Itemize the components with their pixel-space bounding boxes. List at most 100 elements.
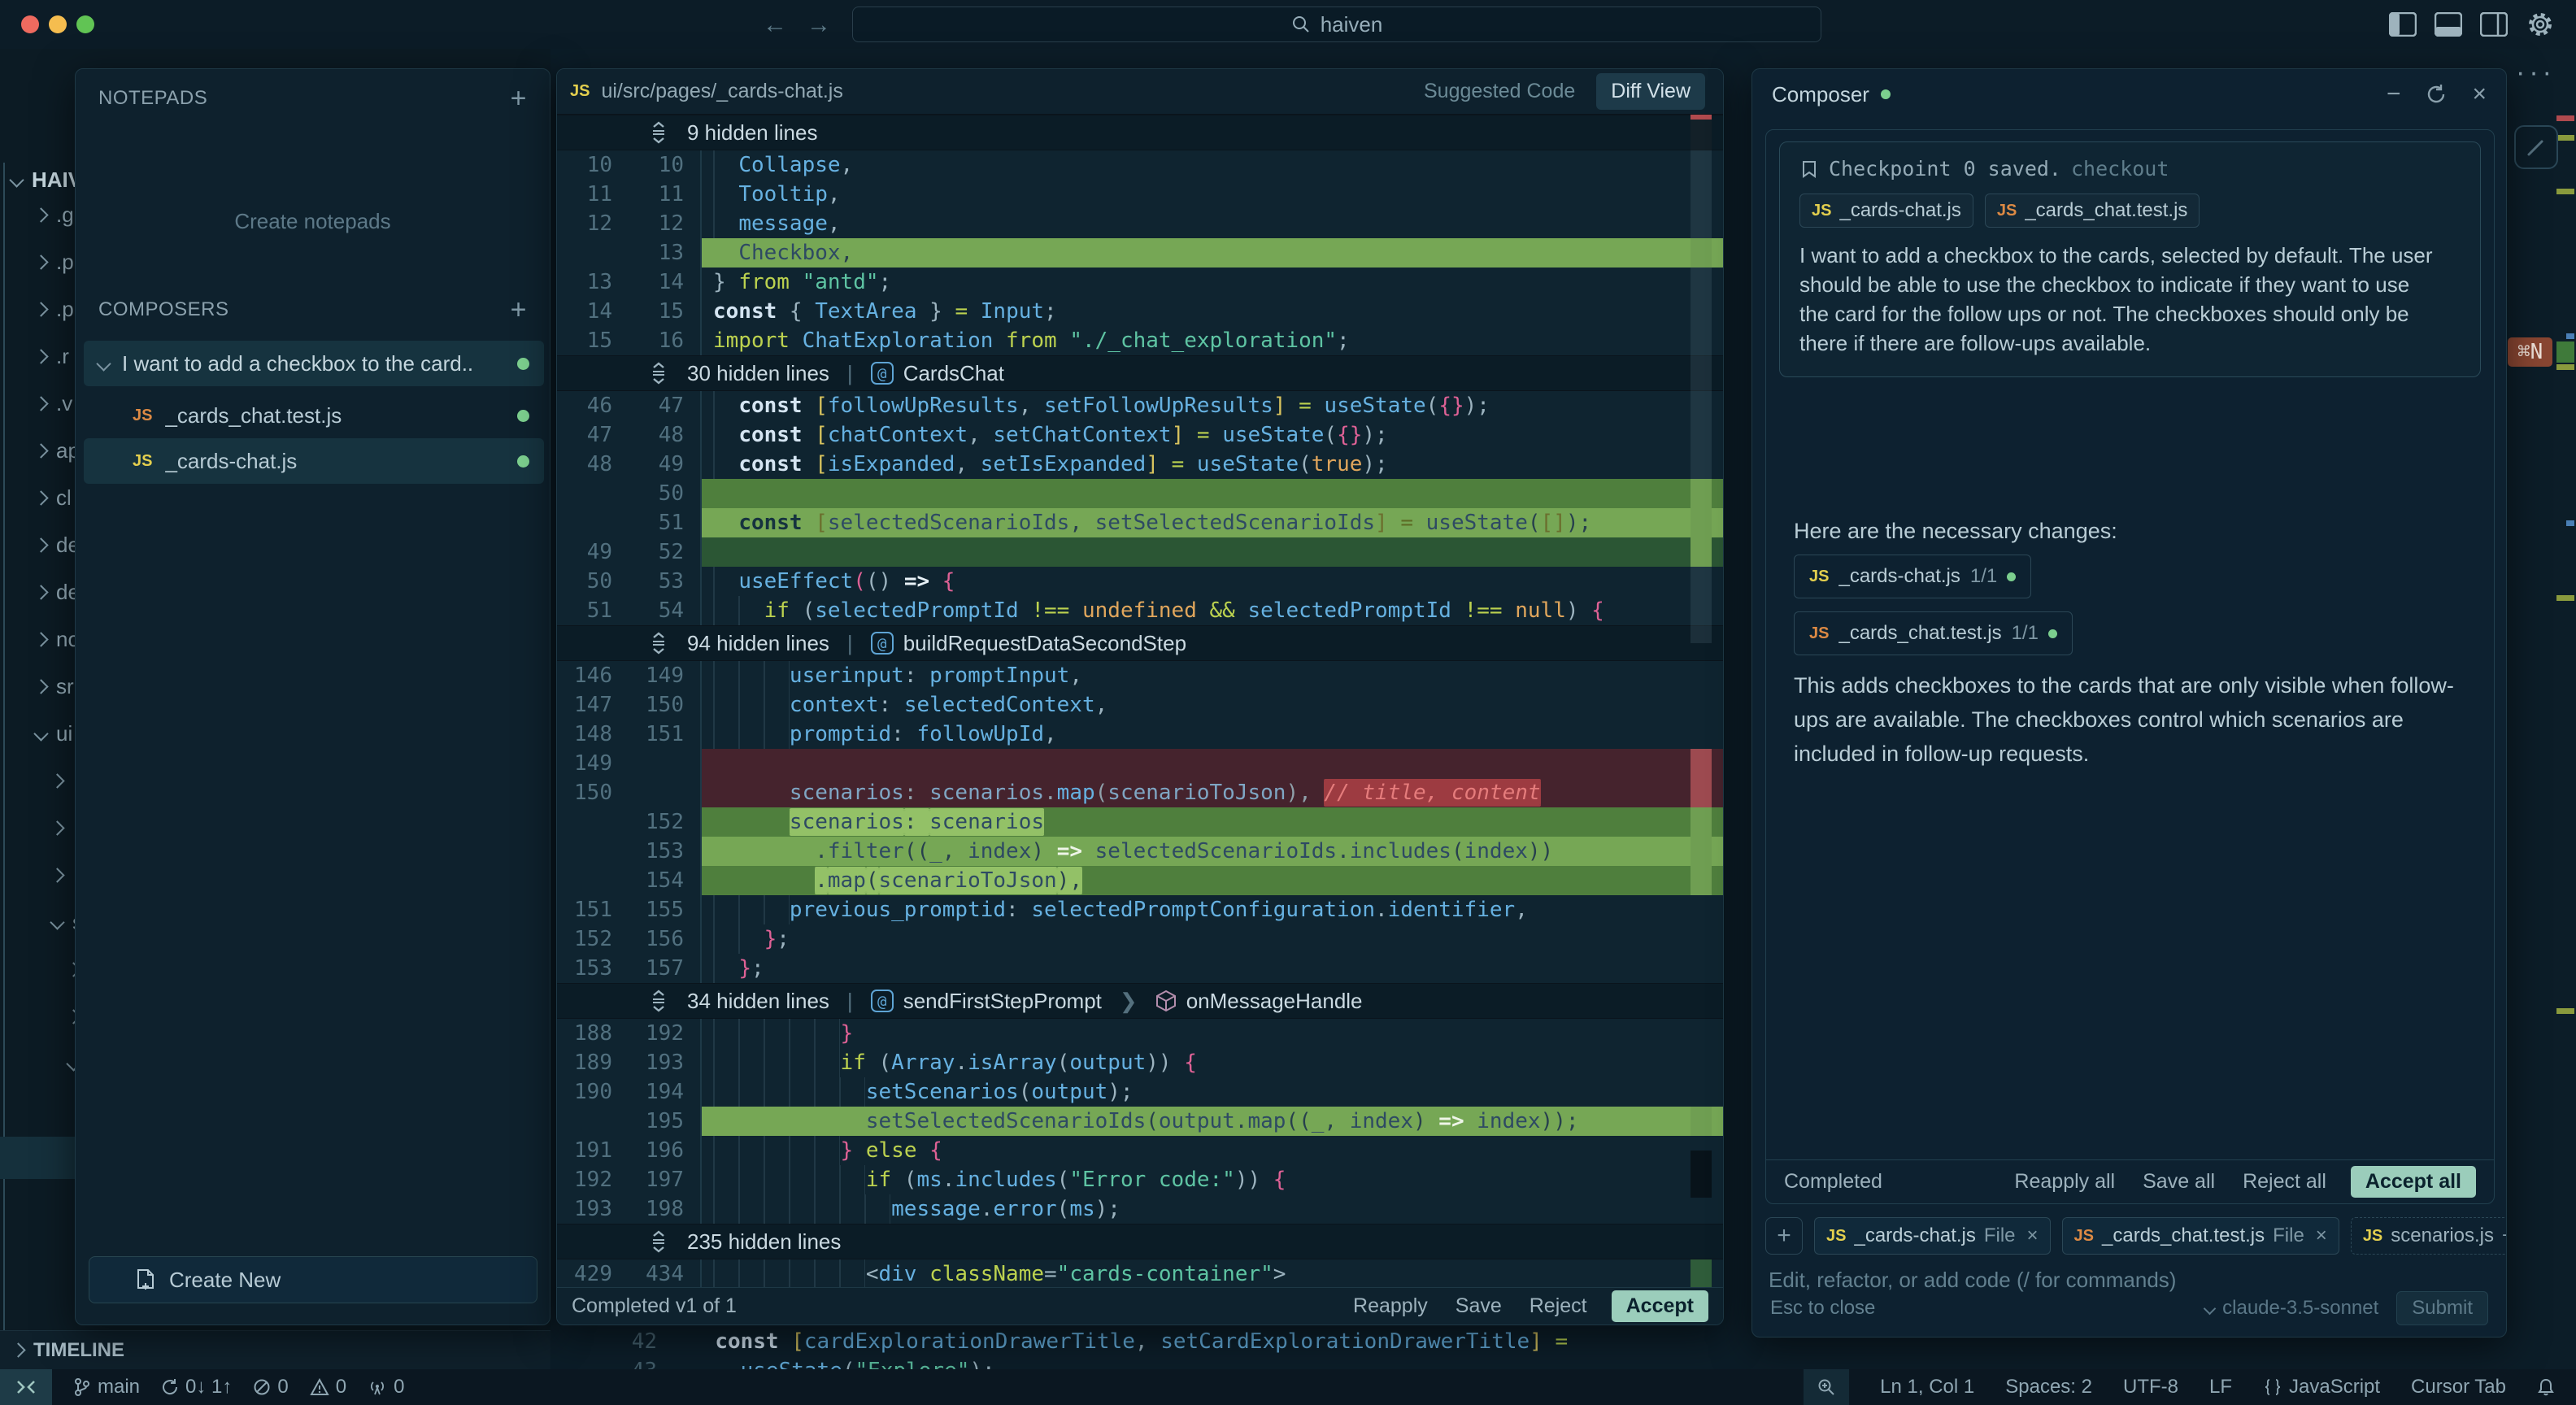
change-file-chip[interactable]: JS _cards-chat.js 1/1 xyxy=(1794,555,2031,598)
code-token xyxy=(891,569,904,594)
attached-file-pill[interactable]: JS_cards-chat.js xyxy=(1799,194,1973,228)
save-button[interactable]: Save xyxy=(1456,1294,1502,1318)
diff-file-path[interactable]: ui/src/pages/_cards-chat.js xyxy=(601,80,842,103)
code-token: index xyxy=(1350,1109,1413,1133)
minimap[interactable] xyxy=(2552,49,2576,1369)
unsaved-dot xyxy=(517,358,529,370)
symbol-icon: @ xyxy=(871,990,894,1012)
toggle-bottom-panel-icon[interactable] xyxy=(2435,12,2462,37)
reject-all-button[interactable]: Reject all xyxy=(2243,1170,2326,1194)
restart-icon[interactable] xyxy=(2425,83,2448,106)
reapply-all-button[interactable]: Reapply all xyxy=(2014,1170,2115,1194)
code-token: => xyxy=(1057,839,1082,863)
model-selector[interactable]: claude-3.5-sonnet xyxy=(2205,1297,2378,1320)
js-file-icon: JS xyxy=(1826,1227,1846,1246)
new-line-number: 51 xyxy=(629,508,700,537)
symbol-breadcrumb: @CardsChat xyxy=(871,361,1004,386)
add-composer-button[interactable]: + xyxy=(511,296,527,324)
settings-gear-icon[interactable] xyxy=(2526,10,2555,39)
code-token: selectedScenarioIds xyxy=(1095,839,1337,863)
reject-button[interactable]: Reject xyxy=(1530,1294,1587,1318)
status-utf-8[interactable]: UTF-8 xyxy=(2123,1376,2178,1398)
search-input[interactable]: haiven xyxy=(852,7,1821,42)
composer-file-item[interactable]: JS _cards_chat.test.js xyxy=(84,393,544,438)
accept-all-button[interactable]: Accept all xyxy=(2351,1166,2476,1198)
code-token: promptid xyxy=(790,722,891,746)
toggle-left-sidebar-icon[interactable] xyxy=(2389,12,2417,37)
status-error[interactable]: 0 xyxy=(253,1376,288,1398)
toggle-right-sidebar-icon[interactable] xyxy=(2480,12,2508,37)
status-cursor-tab[interactable]: Cursor Tab xyxy=(2411,1376,2506,1398)
composer-input[interactable]: Edit, refactor, or add code (/ for comma… xyxy=(1769,1268,2176,1293)
hidden-lines-header[interactable]: 9 hidden lines xyxy=(557,115,1723,150)
save-all-button[interactable]: Save all xyxy=(2143,1170,2215,1194)
minimize-traffic-light[interactable] xyxy=(49,15,67,33)
add-context-button[interactable]: + xyxy=(1765,1217,1803,1255)
maximize-traffic-light[interactable] xyxy=(76,15,94,33)
status-spaces-2[interactable]: Spaces: 2 xyxy=(2005,1376,2092,1398)
code-token: , xyxy=(1069,511,1094,535)
hidden-lines-header[interactable]: 34 hidden lines|@sendFirstStepPrompt❯onM… xyxy=(557,983,1723,1019)
context-file-chip[interactable]: JS_cards_chat.test.jsFile× xyxy=(2062,1217,2339,1255)
symbol-name: buildRequestDataSecondStep xyxy=(903,631,1186,656)
close-icon[interactable]: × xyxy=(2472,80,2487,108)
code-token: , xyxy=(828,211,841,236)
composer-list-item[interactable]: I want to add a checkbox to the card... xyxy=(84,341,544,386)
code-line: userinput: promptInput, xyxy=(702,661,1723,690)
chevron-right-icon xyxy=(50,820,64,835)
status-broadcast[interactable]: 0 xyxy=(368,1376,404,1398)
submit-button[interactable]: Submit xyxy=(2396,1291,2488,1325)
forward-arrow-icon[interactable]: → xyxy=(807,11,831,39)
reapply-button[interactable]: Reapply xyxy=(1353,1294,1428,1318)
code-line: }; xyxy=(702,924,1723,954)
editor-actions-more-icon[interactable]: ··· xyxy=(2516,57,2556,89)
code-token: , xyxy=(1095,693,1108,717)
hidden-lines-header[interactable]: 94 hidden lines|@buildRequestDataSecondS… xyxy=(557,625,1723,661)
remote-indicator[interactable] xyxy=(0,1369,52,1405)
close-traffic-light[interactable] xyxy=(21,15,39,33)
context-file-chip[interactable]: JS_cards-chat.jsFile× xyxy=(1814,1217,2051,1255)
accept-button[interactable]: Accept xyxy=(1612,1290,1708,1322)
old-line-number xyxy=(557,807,629,837)
code-token: && xyxy=(1197,598,1248,623)
status-label: Ln 1, Col 1 xyxy=(1880,1376,1974,1398)
code-token: } xyxy=(841,1138,854,1163)
code-token: "Error code:" xyxy=(1069,1168,1235,1192)
status-javascript[interactable]: JavaScript xyxy=(2263,1376,2380,1398)
editor-overlay-button[interactable] xyxy=(2514,125,2558,169)
diff-view-toggle[interactable]: Diff View xyxy=(1596,73,1705,110)
status-sync[interactable]: 0↓ 1↑ xyxy=(161,1376,232,1398)
new-line-number: 48 xyxy=(629,420,700,450)
suggested-code-toggle[interactable]: Suggested Code xyxy=(1424,80,1575,103)
status-zoom[interactable] xyxy=(1804,1369,1849,1405)
minimize-icon[interactable]: − xyxy=(2387,80,2401,108)
timeline-section[interactable]: TIMELINE xyxy=(0,1330,550,1369)
explorer-root[interactable]: HAIV xyxy=(11,167,82,193)
status-lf[interactable]: LF xyxy=(2209,1376,2232,1398)
status-branch[interactable]: main xyxy=(73,1376,140,1398)
tree-item-label: ui xyxy=(56,721,72,746)
status-label: 0↓ 1↑ xyxy=(185,1376,232,1398)
change-file-chip[interactable]: JS _cards_chat.test.js 1/1 xyxy=(1794,611,2073,655)
hidden-lines-header[interactable]: 235 hidden lines xyxy=(557,1224,1723,1259)
create-new-button[interactable]: Create New xyxy=(89,1256,537,1303)
status-warning[interactable]: 0 xyxy=(310,1376,346,1398)
back-arrow-icon[interactable]: ← xyxy=(763,11,787,39)
hidden-lines-header[interactable]: 30 hidden lines|@CardsChat xyxy=(557,355,1723,391)
checkout-link[interactable]: checkout xyxy=(2071,157,2169,181)
status-bell[interactable] xyxy=(2537,1377,2555,1397)
remove-chip-icon[interactable]: × xyxy=(2316,1224,2327,1247)
context-file-chip[interactable]: JSscenarios.js+ xyxy=(2351,1217,2507,1255)
chip-suffix: + xyxy=(2502,1224,2507,1247)
new-line-number: 150 xyxy=(629,690,700,720)
composer-file-item-selected[interactable]: JS _cards-chat.js xyxy=(84,438,544,484)
remove-chip-icon[interactable]: × xyxy=(2027,1224,2039,1247)
status-ln-1-col-1[interactable]: Ln 1, Col 1 xyxy=(1880,1376,1974,1398)
add-notepad-button[interactable]: + xyxy=(511,85,527,112)
old-line-number: 146 xyxy=(557,661,629,690)
code-token: { xyxy=(929,1138,942,1163)
code-token: [ xyxy=(815,394,828,418)
attached-file-pill[interactable]: JS_cards_chat.test.js xyxy=(1985,194,2200,228)
code-token: } xyxy=(738,956,751,981)
code-token: // title, content xyxy=(1324,781,1540,805)
